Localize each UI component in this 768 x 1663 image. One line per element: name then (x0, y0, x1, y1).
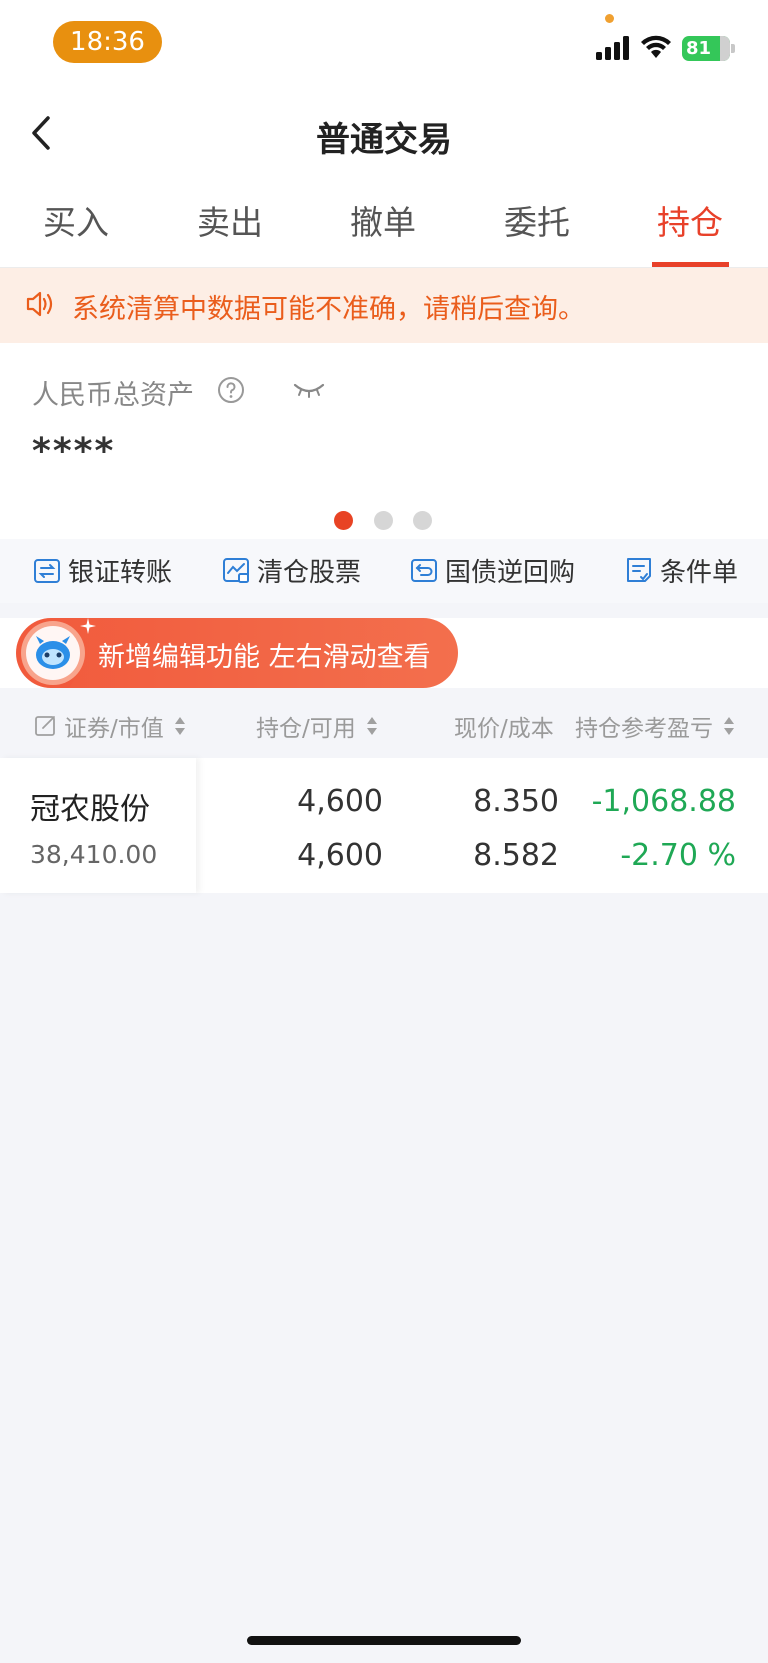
speaker-icon (26, 291, 53, 317)
shortcut-clear-stock[interactable]: 清仓股票 (221, 552, 361, 588)
column-position[interactable]: 持仓/可用 (256, 709, 378, 743)
total-assets-value: **** (32, 431, 116, 472)
promo-text: 新增编辑功能 左右滑动查看 (98, 642, 431, 673)
shortcut-label: 银证转账 (68, 557, 173, 588)
pnl-amount: -1,068.88 (591, 784, 736, 819)
column-security-label: 证券/市值 (64, 716, 164, 742)
carousel-dot-1[interactable] (334, 511, 353, 530)
home-indicator[interactable] (247, 1636, 521, 1645)
shortcut-reverse-repo[interactable]: 国债逆回购 (409, 552, 575, 588)
nav-header: 普通交易 (0, 90, 768, 178)
stock-name: 冠农股份 (30, 792, 150, 827)
total-assets-label: 人民币总资产 (32, 380, 194, 411)
tab-cancel-order[interactable]: 撤单 (323, 196, 443, 244)
column-price: 现价/成本 (454, 716, 554, 742)
status-bar: 18:36 81 (0, 0, 768, 90)
current-price: 8.350 (473, 784, 559, 819)
eye-closed-icon[interactable] (292, 379, 326, 399)
edit-icon[interactable] (34, 714, 58, 738)
assets-card[interactable]: 人民币总资产 **** (0, 343, 768, 539)
battery-icon: 81 (682, 36, 735, 61)
notice-text: 系统清算中数据可能不准确，请稍后查询。 (72, 294, 585, 325)
status-time: 18:36 (53, 21, 162, 63)
wifi-icon (641, 35, 671, 58)
shortcut-label: 条件单 (660, 557, 739, 588)
trade-tabs: 买入 卖出 撤单 委托 持仓 (0, 178, 768, 268)
table-header: 证券/市值 持仓/可用 现价/成本 持仓参考盈亏 (0, 688, 768, 758)
shortcut-bank-transfer[interactable]: 银证转账 (32, 552, 172, 588)
column-pnl-label: 持仓参考盈亏 (575, 716, 713, 742)
mascot-icon (21, 621, 85, 685)
table-row[interactable]: 冠农股份 38,410.00 4,600 4,600 8.350 8.582 -… (0, 758, 768, 893)
column-pnl[interactable]: 持仓参考盈亏 (575, 709, 735, 743)
row-security-cell: 冠农股份 38,410.00 (0, 758, 196, 893)
cellular-signal-icon (596, 36, 629, 60)
carousel-dot-2[interactable] (374, 511, 393, 530)
page-title: 普通交易 (316, 120, 452, 160)
help-icon[interactable] (217, 376, 245, 404)
position-qty: 4,600 (297, 784, 383, 819)
sort-icon[interactable] (366, 715, 378, 737)
sparkle-icon (80, 618, 96, 634)
tab-positions[interactable]: 持仓 (630, 196, 750, 244)
available-qty: 4,600 (297, 838, 383, 873)
sort-icon[interactable] (174, 715, 186, 737)
shortcut-label: 清仓股票 (257, 557, 362, 588)
condition-order-icon (627, 558, 651, 582)
notice-banner: 系统清算中数据可能不准确，请稍后查询。 (0, 268, 768, 343)
sort-icon[interactable] (723, 715, 735, 737)
repo-icon (411, 559, 437, 582)
shortcut-label: 国债逆回购 (445, 557, 576, 588)
tab-orders[interactable]: 委托 (477, 196, 597, 244)
carousel-dot-3[interactable] (413, 511, 432, 530)
market-value: 38,410.00 (30, 840, 158, 869)
active-tab-indicator (652, 262, 729, 267)
column-position-label: 持仓/可用 (256, 716, 356, 742)
shortcut-condition-order[interactable]: 条件单 (624, 552, 738, 588)
tab-buy[interactable]: 买入 (16, 196, 136, 244)
column-security[interactable]: 证券/市值 (34, 709, 186, 743)
clear-stock-icon (223, 558, 249, 583)
transfer-icon (34, 559, 60, 583)
screen: 18:36 81 普通交易 买入 卖出 撤单 委托 持仓 系统清算中数据可能不准… (0, 0, 768, 1663)
shortcut-bar: 银证转账 清仓股票 国债逆回购 条件单 (0, 539, 768, 603)
pnl-percent: -2.70 % (620, 838, 736, 873)
cost-price: 8.582 (473, 838, 559, 873)
tab-sell[interactable]: 卖出 (170, 196, 290, 244)
privacy-indicator-dot (605, 14, 614, 23)
battery-level: 81 (686, 38, 712, 59)
